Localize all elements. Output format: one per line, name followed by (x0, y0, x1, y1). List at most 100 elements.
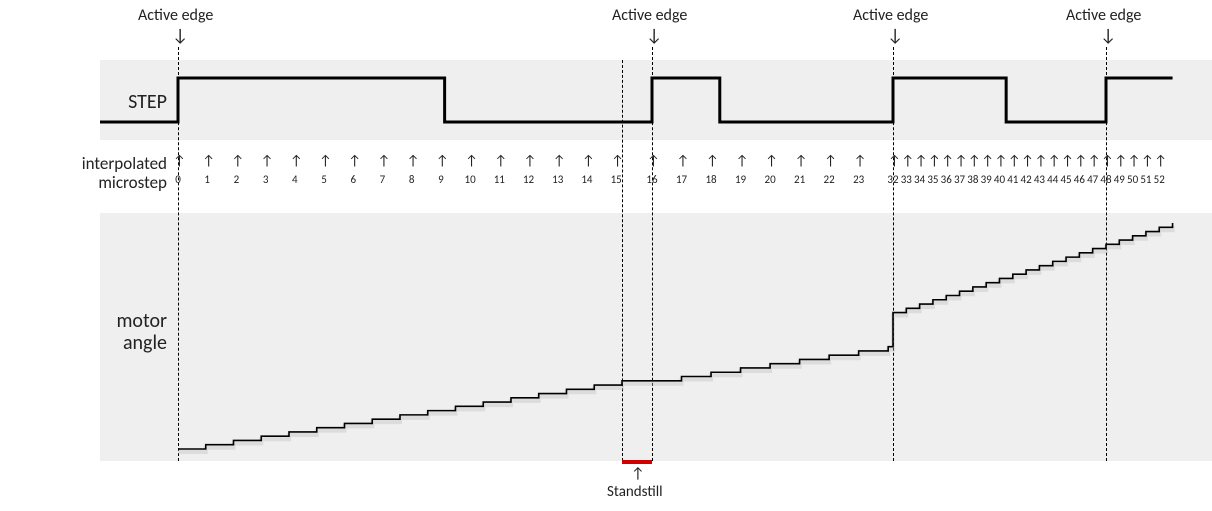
microstep-number: 13 (551, 173, 565, 186)
microstep-arrow-icon: ↑ (524, 154, 537, 168)
microstep-arrow-icon: ↑ (436, 154, 449, 168)
microstep-arrow-icon: ↑ (824, 154, 837, 168)
microstep-number: 38 (966, 173, 980, 186)
microstep-number: 39 (979, 173, 993, 186)
microstep-arrow-icon: ↑ (955, 154, 968, 168)
microstep-number: 14 (580, 173, 594, 186)
microstep-number: 33 (899, 173, 913, 186)
microstep-number: 16 (645, 173, 659, 186)
microstep-number: 35 (926, 173, 940, 186)
microstep-arrow-icon: ↑ (736, 154, 749, 168)
microstep-number: 46 (1072, 173, 1086, 186)
microstep-number: 52 (1152, 173, 1166, 186)
microstep-number: 15 (609, 173, 623, 186)
microstep-number: 12 (522, 173, 536, 186)
microstep-number: 22 (822, 173, 836, 186)
active-edge-label: Active edge (853, 6, 928, 25)
microstep-arrow-icon: ↑ (1101, 154, 1114, 168)
active-edge-label: Active edge (1066, 6, 1141, 25)
microstep-arrow-icon: ↑ (348, 154, 361, 168)
microstep-arrow-icon: ↑ (795, 154, 808, 168)
microstep-arrow-icon: ↑ (465, 154, 478, 168)
microstep-number: 8 (405, 173, 419, 186)
microstep-arrow-icon: ↑ (677, 154, 690, 168)
microstep-arrow-icon: ↑ (290, 154, 303, 168)
microstep-arrow-icon: ↑ (915, 154, 928, 168)
down-arrow-icon: ↓ (646, 26, 662, 44)
microstep-arrow-icon: ↑ (995, 154, 1008, 168)
microstep-number: 17 (675, 173, 689, 186)
step-waveform (100, 60, 1212, 140)
microstep-arrow-icon: ↑ (647, 154, 660, 168)
microstep-number: 51 (1139, 173, 1153, 186)
microstep-number: 44 (1046, 173, 1060, 186)
microstep-arrow-icon: ↑ (553, 154, 566, 168)
microstep-arrow-icon: ↑ (928, 154, 941, 168)
microstep-arrow-icon: ↑ (1074, 154, 1087, 168)
microstep-number: 45 (1059, 173, 1073, 186)
microstep-number: 19 (734, 173, 748, 186)
microstep-arrow-icon: ↑ (765, 154, 778, 168)
standstill-bar (622, 460, 652, 464)
microstep-number: 36 (939, 173, 953, 186)
microstep-number: 23 (852, 173, 866, 186)
standstill-arrow-icon: ↑ (631, 467, 645, 482)
microstep-arrow-icon: ↑ (981, 154, 994, 168)
microstep-arrow-icon: ↑ (1048, 154, 1061, 168)
microstep-arrow-icon: ↑ (319, 154, 332, 168)
motor-angle-plot (100, 213, 1212, 461)
microstep-arrow-icon: ↑ (968, 154, 981, 168)
microstep-number: 0 (171, 173, 185, 186)
microstep-arrow-icon: ↑ (611, 154, 624, 168)
microstep-number: 42 (1019, 173, 1033, 186)
microstep-arrow-icon: ↑ (1034, 154, 1047, 168)
microstep-arrow-icon: ↑ (1114, 154, 1127, 168)
down-arrow-icon: ↓ (1100, 26, 1116, 44)
standstill-label: Standstill (607, 483, 663, 501)
microstep-arrow-icon: ↑ (1154, 154, 1167, 168)
microstep-arrow-icon: ↑ (1061, 154, 1074, 168)
microstep-number: 2 (229, 173, 243, 186)
microstep-arrow-icon: ↑ (582, 154, 595, 168)
microstep-arrow-icon: ↑ (1128, 154, 1141, 168)
microstep-arrow-icon: ↑ (1088, 154, 1101, 168)
active-edge-label: Active edge (612, 6, 687, 25)
down-arrow-icon: ↓ (172, 26, 188, 44)
microstep-arrow-icon: ↑ (1141, 154, 1154, 168)
microstep-arrow-icon: ↑ (854, 154, 867, 168)
microstep-number: 41 (1006, 173, 1020, 186)
microstep-number: 40 (993, 173, 1007, 186)
microstep-number: 18 (704, 173, 718, 186)
microstep-number: 3 (259, 173, 273, 186)
microstep-number: 21 (793, 173, 807, 186)
microstep-arrow-icon: ↑ (202, 154, 215, 168)
microstep-number: 47 (1086, 173, 1100, 186)
microstep-number: 11 (492, 173, 506, 186)
microstep-arrow-icon: ↑ (941, 154, 954, 168)
microstep-arrow-icon: ↑ (888, 154, 901, 168)
microstep-arrow-icon: ↑ (261, 154, 274, 168)
microstep-number: 43 (1032, 173, 1046, 186)
microstep-number: 6 (346, 173, 360, 186)
microstep-arrow-icon: ↑ (1008, 154, 1021, 168)
microstep-number: 50 (1126, 173, 1140, 186)
microstep-number: 5 (317, 173, 331, 186)
down-arrow-icon: ↓ (887, 26, 903, 44)
microstep-arrow-icon: ↑ (377, 154, 390, 168)
microstep-number: 9 (434, 173, 448, 186)
microstep-number: 4 (288, 173, 302, 186)
microstep-number: 32 (886, 173, 900, 186)
microstep-number: 1 (200, 173, 214, 186)
microstep-number: 10 (463, 173, 477, 186)
microstep-arrow-icon: ↑ (1021, 154, 1034, 168)
microstep-number: 49 (1112, 173, 1126, 186)
microstep-number: 48 (1099, 173, 1113, 186)
timing-diagram: STEP interpolatedmicrostep motorangle Ac… (0, 0, 1212, 511)
microstep-arrow-icon: ↑ (231, 154, 244, 168)
microstep-number: 37 (953, 173, 967, 186)
microstep-arrow-icon: ↑ (706, 154, 719, 168)
interpolated-label: interpolatedmicrostep (82, 155, 167, 192)
microstep-arrow-icon: ↑ (407, 154, 420, 168)
microstep-arrow-icon: ↑ (901, 154, 914, 168)
microstep-number: 34 (913, 173, 927, 186)
